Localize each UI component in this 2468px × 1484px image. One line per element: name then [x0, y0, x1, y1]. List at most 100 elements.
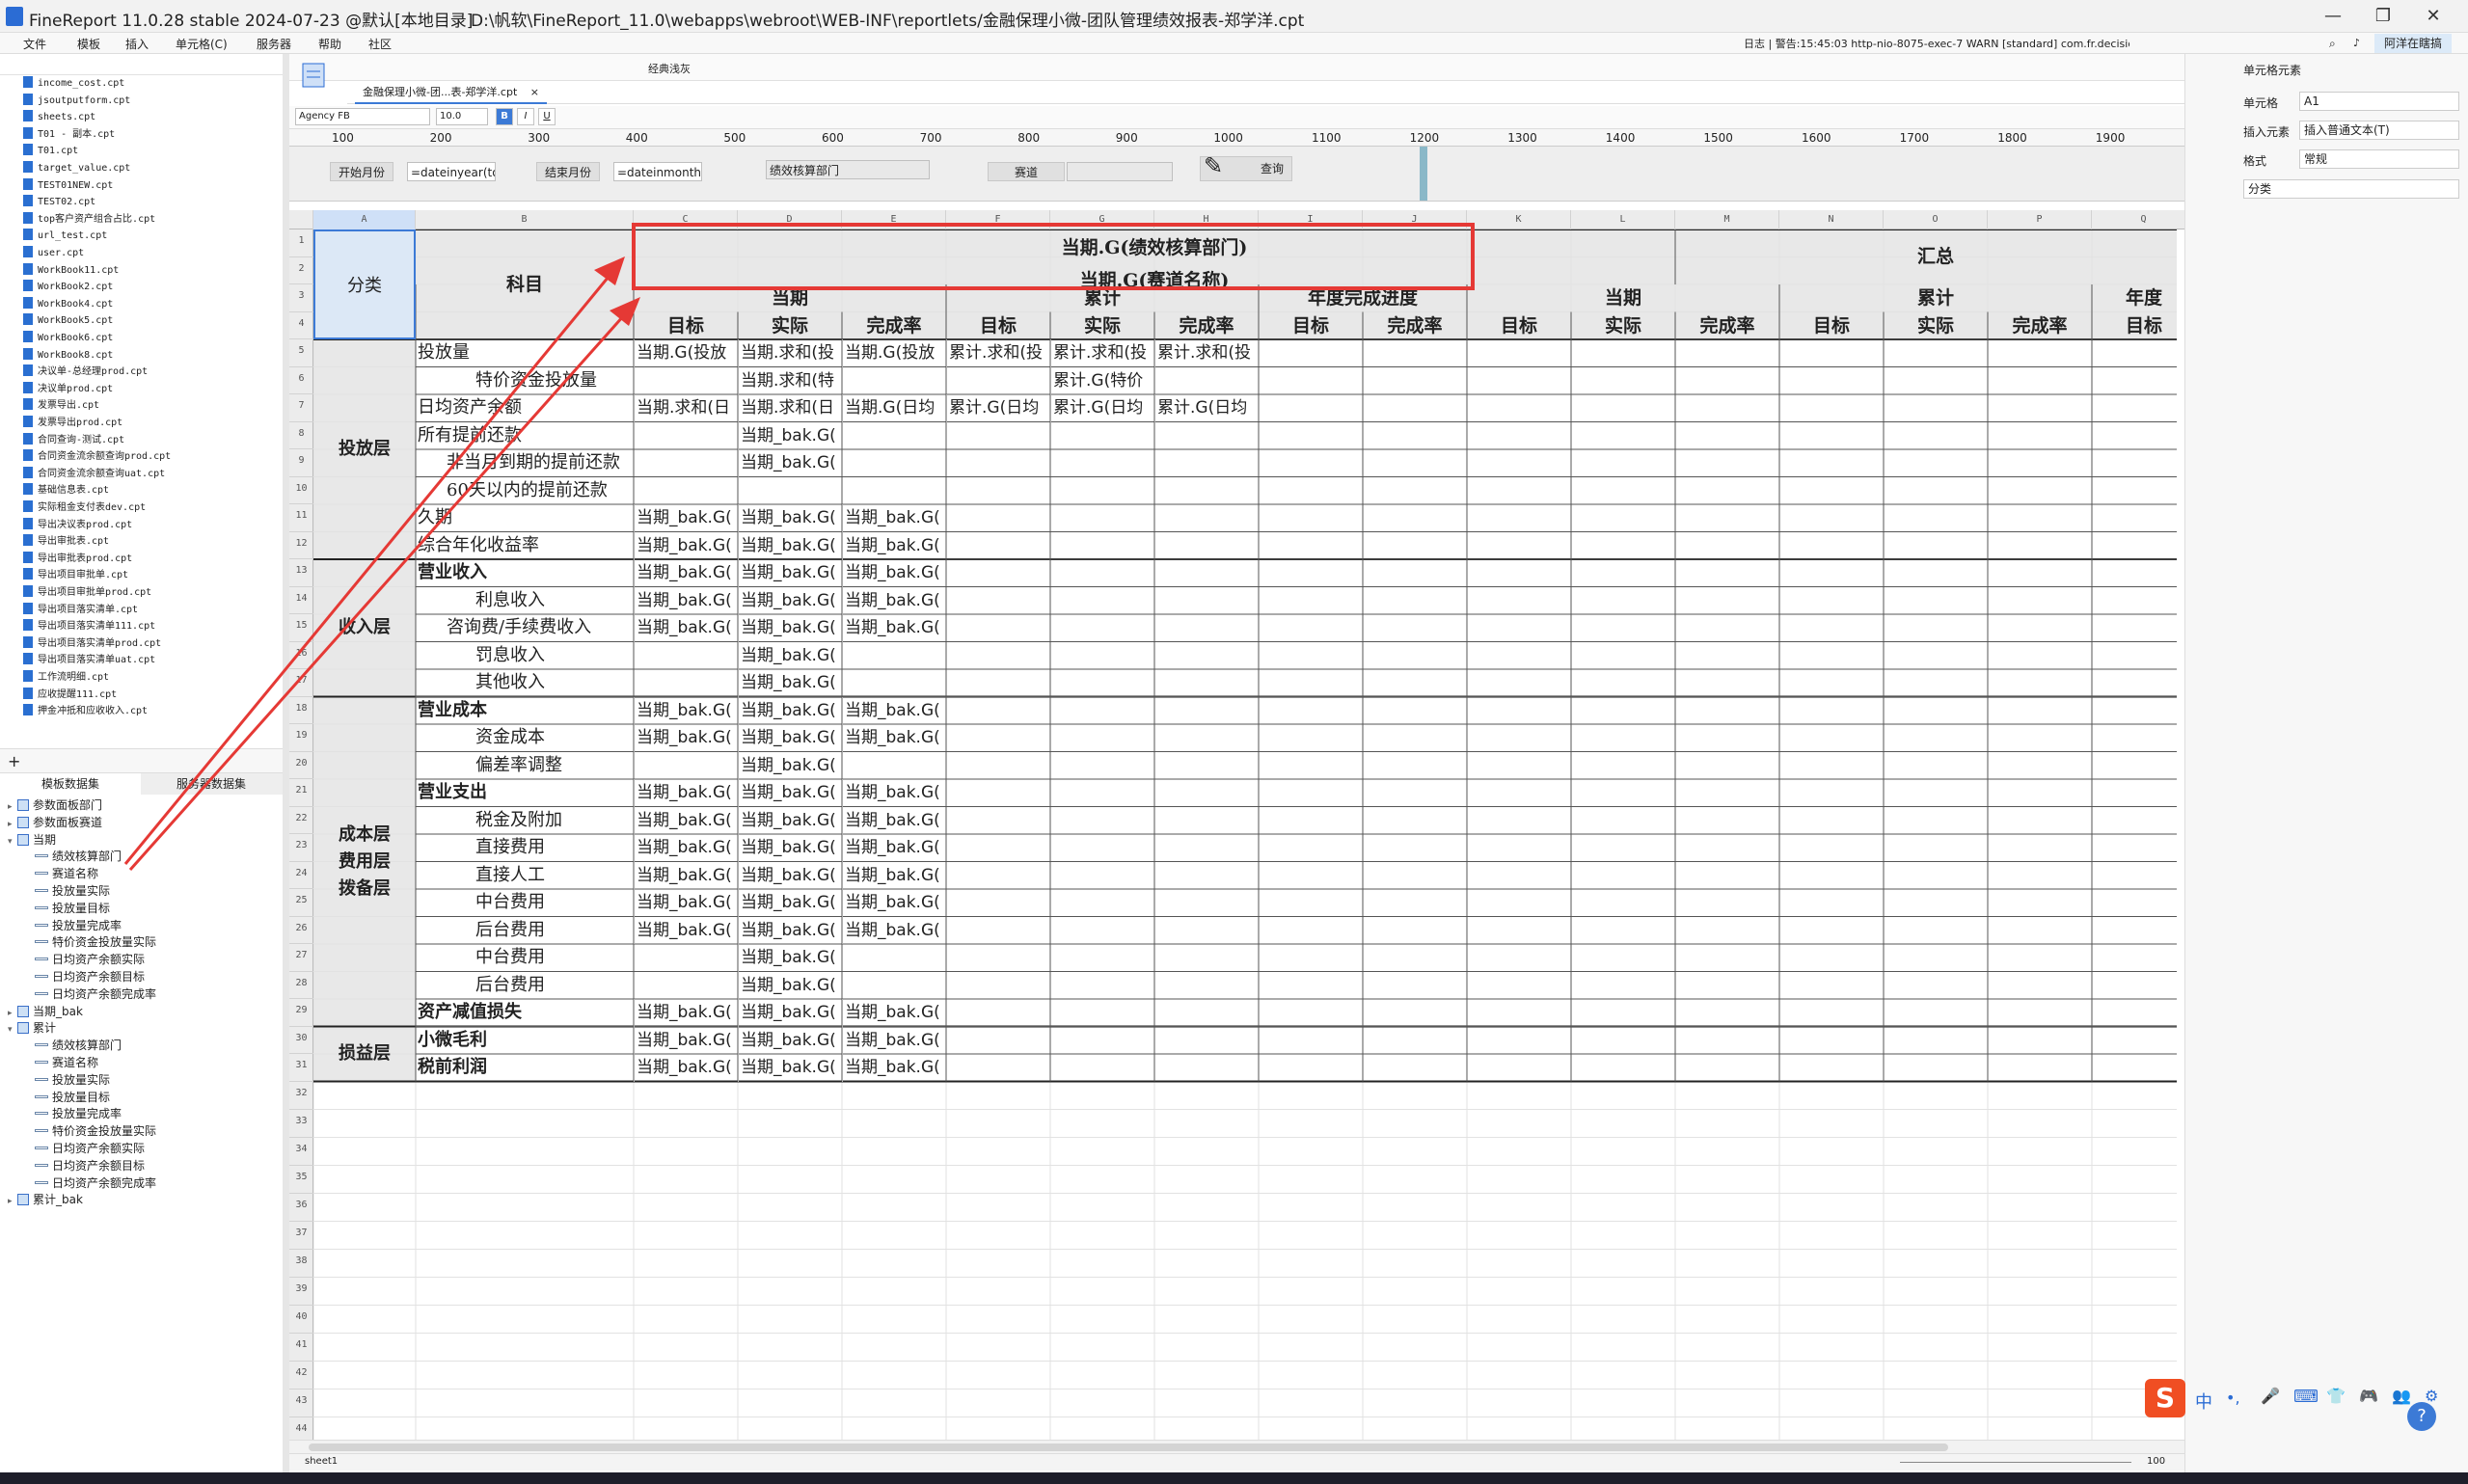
tab-close-icon[interactable]: ×	[530, 86, 539, 98]
cell-formula[interactable]: 当期_bak.G(	[634, 916, 738, 944]
cell-formula[interactable]: 当期.求和(投	[738, 339, 842, 367]
cell-formula[interactable]: 当期.求和(日	[634, 394, 738, 422]
file-item[interactable]: 导出项目落实清单.cpt	[23, 602, 138, 619]
file-item[interactable]: url_test.cpt	[23, 228, 107, 245]
row-header[interactable]: 29	[289, 999, 313, 1027]
cell-formula[interactable]: 当期_bak.G(	[842, 724, 946, 752]
row-header[interactable]: 32	[289, 1082, 313, 1110]
dataset-item[interactable]: 特价资金投放量实际	[35, 933, 156, 951]
row-header[interactable]: 39	[289, 1278, 313, 1306]
cell-subject[interactable]: 投放量	[416, 339, 634, 367]
file-tree[interactable]: income_cost.cpt jsoutputform.cpt sheets.cp…	[0, 75, 283, 733]
dataset-item[interactable]: 投放量目标	[35, 1089, 110, 1106]
file-item[interactable]: 导出项目落实清单111.cpt	[23, 618, 155, 635]
dept-combo[interactable]: 绩效核算部门	[766, 160, 930, 179]
cell-subject[interactable]: 咨询费/手续费收入	[416, 614, 634, 642]
row-header[interactable]: 38	[289, 1250, 313, 1278]
row-header[interactable]: 4	[289, 312, 313, 339]
file-item[interactable]: user.cpt	[23, 245, 84, 262]
menu-community[interactable]: 社区	[368, 36, 392, 52]
row-header[interactable]: 20	[289, 752, 313, 779]
cell-formula[interactable]: 当期_bak.G(	[738, 1026, 842, 1054]
cell-formula[interactable]: 当期_bak.G(	[738, 559, 842, 587]
row-header[interactable]: 23	[289, 834, 313, 862]
help-icon[interactable]: ?	[2407, 1402, 2436, 1431]
column-header-E[interactable]: E	[842, 210, 946, 229]
user-button[interactable]: 阿洋在瞎搞	[2374, 34, 2453, 53]
column-header-H[interactable]: H	[1154, 210, 1259, 229]
cell-subheader[interactable]: 完成率	[1988, 312, 2092, 340]
cell-subject[interactable]: 特价资金投放量	[416, 367, 634, 395]
cell-formula[interactable]: 当期_bak.G(	[634, 861, 738, 889]
cell-formula[interactable]: 累计.G(日均	[1154, 394, 1259, 422]
cell-subject[interactable]: 久期	[416, 504, 634, 532]
cell-formula[interactable]: 当期_bak.G(	[634, 586, 738, 614]
start-month-input[interactable]: =dateinyear(tod	[407, 162, 496, 181]
cell-subheader[interactable]: 实际	[1571, 312, 1675, 340]
file-item[interactable]: TEST02.cpt	[23, 194, 95, 211]
row-header[interactable]: 14	[289, 587, 313, 614]
font-size-select[interactable]: 10.0	[436, 108, 488, 125]
row-header[interactable]: 37	[289, 1222, 313, 1250]
cell-group-cumulative-2[interactable]: 累计	[1779, 284, 2092, 312]
dataset-item[interactable]: ▸ 参数面板部门	[8, 796, 102, 814]
log-message[interactable]: 日志 | 警告:15:45:03 http-nio-8075-exec-7 WA…	[1744, 36, 2129, 51]
sheet-tab[interactable]: sheet1	[305, 1456, 338, 1467]
cell-dept-name[interactable]: 当期.G(绩效核算部门)	[634, 229, 1675, 266]
dataset-item[interactable]: ▸ 累计_bak	[8, 1191, 83, 1208]
cell-formula[interactable]: 当期_bak.G(	[634, 1054, 738, 1082]
tab-template-dataset[interactable]: 模板数据集	[0, 773, 141, 795]
cell-subheader[interactable]: 完成率	[1675, 312, 1779, 340]
cell-group-year-2[interactable]: 年度	[2092, 284, 2177, 312]
dataset-item[interactable]: 赛道名称	[35, 865, 98, 882]
file-item[interactable]: WorkBook2.cpt	[23, 279, 113, 296]
sogou-logo-icon[interactable]: S	[2145, 1379, 2185, 1417]
cell-formula[interactable]: 当期_bak.G(	[842, 861, 946, 889]
bold-button[interactable]: B	[496, 108, 513, 125]
underline-button[interactable]: U	[538, 108, 556, 125]
menu-help[interactable]: 帮助	[318, 36, 341, 52]
file-item[interactable]: 基础信息表.cpt	[23, 482, 109, 499]
row-header[interactable]: 3	[289, 284, 313, 312]
cell-subject-head[interactable]: 科目	[416, 229, 634, 339]
file-item[interactable]: 工作流明细.cpt	[23, 669, 109, 687]
horizontal-scrollbar[interactable]	[289, 1440, 2184, 1453]
file-item[interactable]: WorkBook11.cpt	[23, 262, 119, 280]
cell-formula[interactable]: 当期_bak.G(	[738, 751, 842, 779]
row-header[interactable]: 2	[289, 257, 313, 284]
cell-subject[interactable]: 利息收入	[416, 587, 634, 615]
dataset-item[interactable]: 特价资金投放量实际	[35, 1122, 156, 1140]
cell-subject[interactable]: 罚息收入	[416, 642, 634, 670]
cell-formula[interactable]: 当期_bak.G(	[738, 944, 842, 972]
row-header[interactable]: 40	[289, 1306, 313, 1334]
maximize-button[interactable]: ❐	[2359, 3, 2407, 30]
column-header-D[interactable]: D	[738, 210, 842, 229]
file-item[interactable]: WorkBook4.cpt	[23, 296, 113, 313]
row-header[interactable]: 27	[289, 944, 313, 972]
row-header[interactable]: 34	[289, 1138, 313, 1166]
file-item[interactable]: T01.cpt	[23, 143, 78, 160]
dataset-item[interactable]: 日均资产余额完成率	[35, 1174, 156, 1192]
cell-formula[interactable]: 当期_bak.G(	[738, 861, 842, 889]
cell-formula[interactable]: 当期_bak.G(	[738, 504, 842, 532]
file-item[interactable]: 导出决议表prod.cpt	[23, 517, 132, 534]
cell-subject[interactable]: 日均资产余额	[416, 394, 634, 422]
file-item[interactable]: sheets.cpt	[23, 109, 95, 126]
cell-subheader[interactable]: 目标	[1779, 312, 1884, 340]
cell-subheader[interactable]: 目标	[634, 312, 738, 340]
zoom-slider[interactable]	[1900, 1462, 2131, 1463]
corner-cell[interactable]	[289, 210, 313, 229]
column-header-I[interactable]: I	[1259, 210, 1363, 229]
row-header[interactable]: 10	[289, 477, 313, 504]
menu-server[interactable]: 服务器	[257, 36, 291, 52]
insert-element-select[interactable]: 插入普通文本(T)	[2299, 121, 2459, 140]
cell-formula[interactable]: 当期_bak.G(	[842, 559, 946, 587]
dataset-item[interactable]: 投放量目标	[35, 900, 110, 917]
dataset-item[interactable]: ▸ 参数面板赛道	[8, 814, 102, 831]
cell-formula[interactable]: 当期_bak.G(	[738, 889, 842, 917]
italic-button[interactable]: I	[517, 108, 534, 125]
cell-formula[interactable]: 当期_bak.G(	[842, 779, 946, 807]
cell-formula[interactable]: 当期_bak.G(	[634, 889, 738, 917]
cell-formula[interactable]: 累计.G(日均	[946, 394, 1050, 422]
expand-arrow-icon[interactable]: ▸	[8, 1193, 17, 1210]
